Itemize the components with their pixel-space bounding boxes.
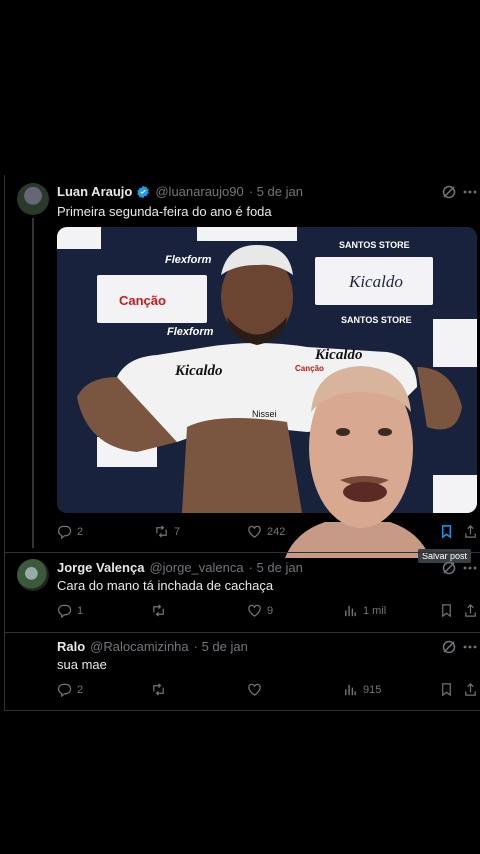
like-button[interactable] xyxy=(247,682,262,697)
tweet-header: Luan Araujo @luanaraujo90 · 5 de jan xyxy=(57,184,303,199)
more-options-icon[interactable] xyxy=(462,560,478,576)
author-handle[interactable]: @jorge_valenca xyxy=(149,560,243,575)
author-name[interactable]: Luan Araujo xyxy=(57,184,132,199)
sponsor-label: Canção xyxy=(119,293,166,308)
reply-icon xyxy=(58,525,72,539)
share-icon xyxy=(465,525,476,538)
reply-count: 2 xyxy=(77,525,84,538)
reply-text: Cara do mano tá inchada de cachaça xyxy=(57,578,274,593)
avatar[interactable] xyxy=(17,559,49,591)
reply-count: 2 xyxy=(77,683,84,696)
reply-icon xyxy=(58,604,72,618)
bookmark-button[interactable] xyxy=(439,603,454,618)
views-count: 1 mil xyxy=(363,604,387,617)
more-options-icon[interactable] xyxy=(462,639,478,655)
retweet-icon xyxy=(153,604,164,617)
sponsor-label: SANTOS STORE xyxy=(341,315,412,325)
verified-icon xyxy=(137,185,150,198)
grok-icon[interactable] xyxy=(441,639,457,655)
author-name[interactable]: Ralo xyxy=(57,639,85,654)
tweet-actions: 2 7 242 xyxy=(57,524,480,542)
retweet-button[interactable]: 7 xyxy=(154,524,180,539)
reply-count: 1 xyxy=(77,604,84,617)
share-icon xyxy=(465,604,476,617)
sponsor-label: Kicaldo xyxy=(348,272,403,291)
divider xyxy=(4,632,480,633)
share-button[interactable] xyxy=(463,682,478,697)
share-button[interactable] xyxy=(463,603,478,618)
bookmark-icon xyxy=(442,683,451,697)
bookmark-button[interactable] xyxy=(439,524,454,539)
views-icon xyxy=(345,684,356,696)
reply-actions: 1 9 1 mil xyxy=(57,603,480,621)
shirt-brand: Kicaldo xyxy=(174,363,223,379)
views-count: 915 xyxy=(363,683,382,696)
grok-icon[interactable] xyxy=(441,184,457,200)
tweet-text: Primeira segunda-feira do ano é foda xyxy=(57,204,272,219)
divider xyxy=(4,552,480,553)
heart-icon xyxy=(248,604,261,617)
retweet-icon xyxy=(153,683,164,696)
views-button[interactable]: 915 xyxy=(343,682,381,697)
like-count: 242 xyxy=(267,525,286,538)
reply-date[interactable]: · 5 de jan xyxy=(249,560,303,575)
reply-date[interactable]: · 5 de jan xyxy=(194,639,248,654)
like-button[interactable]: 242 xyxy=(247,524,285,539)
heart-icon xyxy=(248,683,261,696)
retweet-button[interactable] xyxy=(151,603,166,618)
bookmark-icon xyxy=(442,525,451,539)
author-handle[interactable]: @Ralocamizinha xyxy=(90,639,188,654)
thread-line xyxy=(32,218,34,548)
views-icon xyxy=(345,605,356,617)
bookmark-icon xyxy=(442,604,451,618)
sponsor-label: Flexform xyxy=(165,254,212,266)
retweet-icon xyxy=(156,525,167,538)
shirt-brand: Kicaldo xyxy=(314,347,363,363)
retweet-count: 7 xyxy=(174,525,181,538)
reply-button[interactable]: 2 xyxy=(57,682,83,697)
retweet-button[interactable] xyxy=(151,682,166,697)
like-button[interactable]: 9 xyxy=(247,603,273,618)
views-button[interactable]: 1 mil xyxy=(343,603,386,618)
share-button[interactable] xyxy=(463,524,478,539)
shirt-sponsor: Nissei xyxy=(252,409,277,419)
author-handle[interactable]: @luanaraujo90 xyxy=(155,184,243,199)
heart-icon xyxy=(248,525,261,538)
sponsor-label: Flexform xyxy=(167,326,214,338)
reply-header: Jorge Valença @jorge_valenca · 5 de jan xyxy=(57,560,303,575)
bookmark-button[interactable] xyxy=(439,682,454,697)
avatar[interactable] xyxy=(17,183,49,215)
more-options-icon[interactable] xyxy=(462,184,478,200)
tweet-date[interactable]: · 5 de jan xyxy=(249,184,303,199)
sponsor-label: SANTOS STORE xyxy=(339,240,410,250)
reply-text: sua mae xyxy=(57,657,107,672)
reply-button[interactable]: 1 xyxy=(57,603,83,618)
reply-button[interactable]: 2 xyxy=(57,524,83,539)
reply-icon xyxy=(58,683,72,697)
reply-actions: 2 915 xyxy=(57,682,480,700)
author-name[interactable]: Jorge Valença xyxy=(57,560,144,575)
grok-icon[interactable] xyxy=(441,560,457,576)
share-icon xyxy=(465,683,476,696)
reply-header: Ralo @Ralocamizinha · 5 de jan xyxy=(57,639,248,654)
like-count: 9 xyxy=(267,604,274,617)
